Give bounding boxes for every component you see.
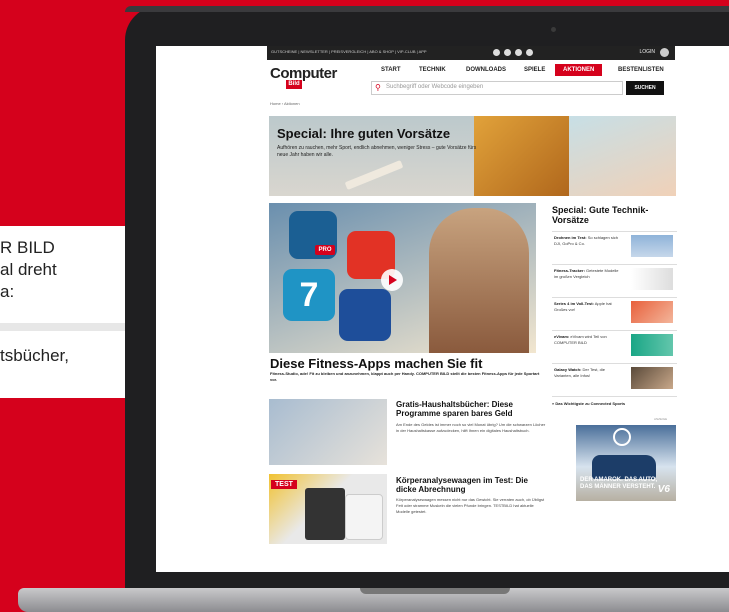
article-subtitle: Körperanalysewaagen messen nicht nur das… [396, 497, 545, 514]
nav-item-aktionen[interactable]: AKTIONEN [555, 64, 603, 76]
sidebar-item-bold: Fitness-Tracker: [554, 268, 585, 273]
app-seven-icon: 7 [283, 269, 335, 321]
article-title[interactable]: Körperanalysewaagen im Test: Die dicke A… [396, 476, 546, 494]
site-logo[interactable]: Computer [270, 65, 337, 82]
hero-subtitle: Fitness-Studio, ade! Fit zu bleiben und … [270, 371, 540, 382]
article-subtitle: Am Ende des Geldes ist immer noch so vie… [396, 422, 546, 433]
sidebar-item[interactable]: Series 4 im Voll-Test: Apple hat Großes … [552, 297, 677, 331]
camera-icon [551, 27, 556, 32]
ad-text: DER AMAROK. DAS AUTO, DAS MÄNNER VERSTEHT… [580, 477, 657, 491]
instagram-icon[interactable] [515, 49, 522, 56]
top-bar: GUTSCHEINE | NEWSLETTER | PREISVERGLEICH… [267, 46, 675, 60]
ad-text-line: DAS MÄNNER VERSTEHT. [580, 484, 656, 490]
nav-item-start[interactable]: START [381, 67, 401, 73]
logo-bild-badge: Bild [286, 80, 302, 89]
laptop-bezel-edge [125, 6, 729, 12]
ad-text-line: DER AMAROK. DAS AUTO, [580, 477, 658, 483]
pro-badge: PRO [315, 245, 335, 255]
galaxy-watch-thumbnail [631, 367, 673, 389]
sidebar-item-text: Fitness-Tracker: Getestete Modelle im gr… [554, 268, 622, 280]
nav-item-technik[interactable]: TECHNIK [419, 67, 446, 73]
ad-label: ANZEIGE [654, 417, 668, 421]
facebook-icon[interactable] [493, 49, 500, 56]
search-icon: ⚲ [375, 83, 381, 92]
hero-title[interactable]: Diese Fitness-Apps machen Sie fit [270, 356, 482, 371]
slide-text-line: tsbücher, [0, 346, 69, 365]
slide-text-panel: R BILD al dreht a: tsbücher, [0, 226, 136, 398]
article-image-household[interactable] [269, 399, 387, 465]
sidebar-item-bold: Galaxy Watch: [554, 367, 582, 372]
sidebar-item-text: Series 4 im Voll-Test: Apple hat Großes … [554, 301, 622, 313]
user-icon[interactable] [660, 48, 669, 57]
laptop-notch [360, 588, 510, 594]
scale-graphic-white [345, 494, 383, 540]
sidebar-more-link[interactable]: » Das Wichtigste zu Connected Sports [552, 396, 677, 406]
sidebar-item-bold: Series 4 im Voll-Test: [554, 301, 594, 306]
sidebar-item[interactable]: Galaxy Watch: Der Test, die Varianten, a… [552, 363, 677, 397]
ad-model: V6 [657, 484, 670, 495]
scale-graphic [305, 488, 345, 540]
sidebar-item[interactable]: eVivam: eVivam wird Teil von COMPUTER BI… [552, 330, 677, 364]
article-image-scale[interactable]: TEST [269, 474, 387, 544]
slide-text-line: al dreht [0, 260, 57, 279]
search-placeholder: Suchbegriff oder Webcode eingeben [386, 84, 484, 90]
laptop-screen: GUTSCHEINE | NEWSLETTER | PREISVERGLEICH… [156, 46, 729, 572]
topbar-links[interactable]: GUTSCHEINE | NEWSLETTER | PREISVERGLEICH… [271, 49, 427, 54]
article-title[interactable]: Gratis-Haushaltsbücher: Diese Programme … [396, 400, 546, 418]
sidebar-title[interactable]: Special: Gute Technik-Vorsätze [552, 205, 677, 225]
youtube-icon[interactable] [526, 49, 533, 56]
banner-image-measuring-tape [569, 116, 676, 196]
slide-text-line: R BILD [0, 238, 55, 257]
watch-thumbnail [631, 301, 673, 323]
search-button[interactable]: SUCHEN [626, 81, 664, 95]
sidebar-item-text: Galaxy Watch: Der Test, die Varianten, a… [554, 367, 622, 379]
sidebar-item[interactable]: Fitness-Tracker: Getestete Modelle im gr… [552, 264, 677, 298]
nav-item-downloads[interactable]: DOWNLOADS [466, 67, 506, 73]
banner-title: Special: Ihre guten Vorsätze [277, 126, 451, 141]
hero-image[interactable]: PRO 7 [269, 203, 536, 353]
sidebar-item[interactable]: Drohnen im Test: So schlagen sich DJI, G… [552, 231, 677, 265]
twitter-icon[interactable] [504, 49, 511, 56]
sidebar-item-bold: eVivam: [554, 334, 570, 339]
tracker-thumbnail [631, 268, 673, 290]
banner-subtitle: Aufhören zu rauchen, mehr Sport, endlich… [277, 145, 477, 158]
vw-advertisement[interactable]: DER AMAROK. DAS AUTO, DAS MÄNNER VERSTEHT… [576, 425, 676, 501]
app-swimming-icon [339, 289, 391, 341]
evivam-thumbnail [631, 334, 673, 356]
play-icon[interactable] [381, 269, 403, 291]
woman-photo [429, 208, 529, 353]
banner-image-piggybank [474, 116, 569, 196]
nav-item-bestenlisten[interactable]: BESTENLISTEN [618, 67, 664, 73]
test-badge: TEST [271, 480, 297, 489]
car-graphic [592, 455, 656, 479]
vw-logo-icon [613, 428, 631, 446]
special-banner[interactable]: Special: Ihre guten Vorsätze Aufhören zu… [269, 116, 676, 196]
slide-text-line: a: [0, 282, 15, 301]
nav-item-spiele[interactable]: SPIELE [524, 67, 545, 73]
sidebar-item-text: eVivam: eVivam wird Teil von COMPUTER BI… [554, 334, 622, 346]
search-input[interactable]: ⚲ Suchbegriff oder Webcode eingeben [371, 81, 623, 95]
breadcrumb[interactable]: Home › Aktionen [270, 101, 300, 106]
login-link[interactable]: LOGIN [639, 49, 655, 55]
drone-thumbnail [631, 235, 673, 257]
panel-divider [0, 323, 136, 331]
sidebar-item-text: Drohnen im Test: So schlagen sich DJI, G… [554, 235, 622, 247]
sidebar-item-bold: Drohnen im Test: [554, 235, 587, 240]
